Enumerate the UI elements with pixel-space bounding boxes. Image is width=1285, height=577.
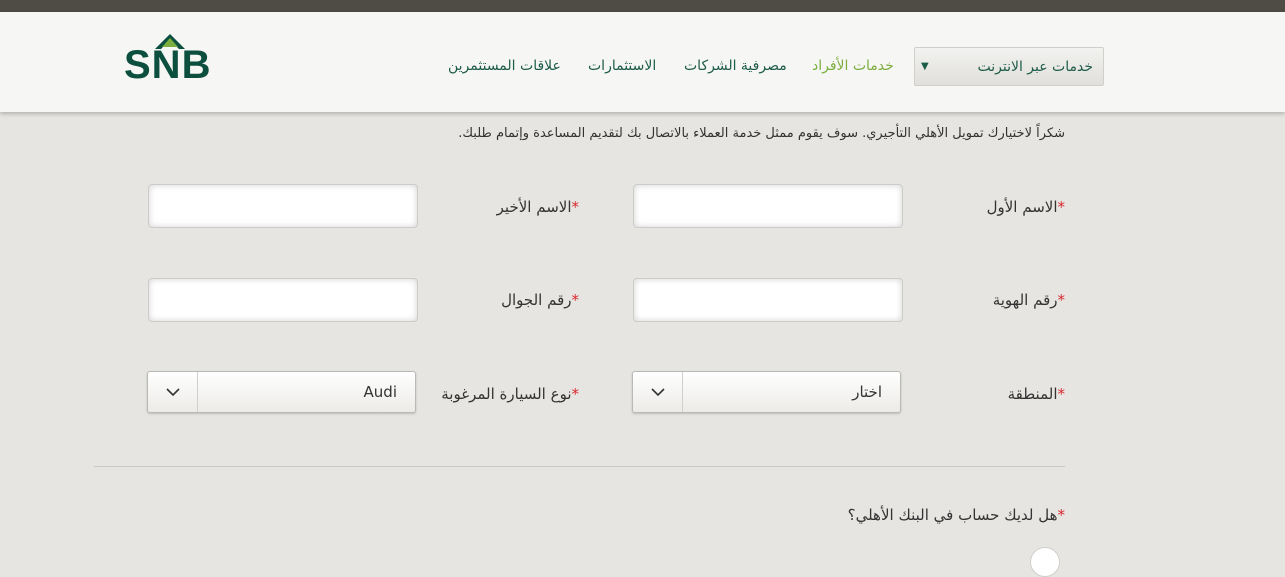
section-divider — [94, 466, 1065, 467]
id-number-input[interactable] — [633, 278, 903, 322]
triangle-down-icon: ▼ — [921, 61, 929, 72]
account-question-text: هل لديك حساب في البنك الأهلي؟ — [847, 506, 1058, 524]
logo-wordmark: SNB — [124, 43, 212, 87]
last-name-label: *الاسم الأخير — [497, 198, 579, 216]
car-type-select[interactable]: Audi — [147, 371, 416, 413]
region-dropdown-toggle[interactable] — [633, 372, 683, 412]
nav-item-individual[interactable]: خدمات الأفراد — [812, 58, 894, 74]
chevron-down-icon — [651, 388, 665, 397]
car-type-label: *نوع السيارة المرغوبة — [441, 385, 579, 403]
required-asterisk: * — [1057, 198, 1066, 216]
id-number-label-text: رقم الهوية — [992, 291, 1058, 309]
nav-item-investments[interactable]: الاستثمارات — [588, 58, 656, 74]
first-name-label-text: الاسم الأول — [986, 198, 1058, 216]
intro-text: شكراً لاختيارك تمويل الأهلي التأجيري. سو… — [458, 126, 1065, 141]
required-asterisk: * — [571, 385, 580, 403]
mobile-label: *رقم الجوال — [501, 291, 579, 309]
last-name-input[interactable] — [148, 184, 418, 228]
online-services-label: خدمات عبر الانترنت — [977, 59, 1093, 75]
required-asterisk: * — [1057, 385, 1066, 403]
snb-logo[interactable]: SNB — [124, 28, 238, 86]
car-type-dropdown-toggle[interactable] — [148, 372, 198, 412]
account-radio-button[interactable] — [1030, 547, 1060, 577]
mobile-input[interactable] — [148, 278, 418, 322]
required-asterisk: * — [571, 291, 580, 309]
region-label: *المنطقة — [1008, 385, 1065, 403]
nav-item-investor-relations[interactable]: علاقات المستثمرين — [448, 58, 561, 74]
nav-item-corporate[interactable]: مصرفية الشركات — [684, 58, 787, 74]
site-header: SNB خدمات الأفراد مصرفية الشركات الاستثم… — [0, 12, 1285, 112]
top-strip — [0, 0, 1285, 12]
required-asterisk: * — [1057, 291, 1066, 309]
first-name-label: *الاسم الأول — [987, 198, 1065, 216]
id-number-label: *رقم الهوية — [993, 291, 1065, 309]
required-asterisk: * — [571, 198, 580, 216]
required-asterisk: * — [1057, 506, 1066, 524]
car-type-label-text: نوع السيارة المرغوبة — [441, 385, 572, 403]
mobile-label-text: رقم الجوال — [501, 291, 572, 309]
online-services-dropdown[interactable]: خدمات عبر الانترنت ▼ — [914, 47, 1104, 86]
region-label-text: المنطقة — [1007, 385, 1058, 403]
account-question-label: *هل لديك حساب في البنك الأهلي؟ — [848, 506, 1065, 524]
first-name-input[interactable] — [633, 184, 903, 228]
region-select[interactable]: اختار — [632, 371, 901, 413]
last-name-label-text: الاسم الأخير — [496, 198, 572, 216]
chevron-down-icon — [166, 388, 180, 397]
car-type-selected-value: Audi — [363, 383, 397, 401]
region-selected-value: اختار — [852, 383, 882, 401]
